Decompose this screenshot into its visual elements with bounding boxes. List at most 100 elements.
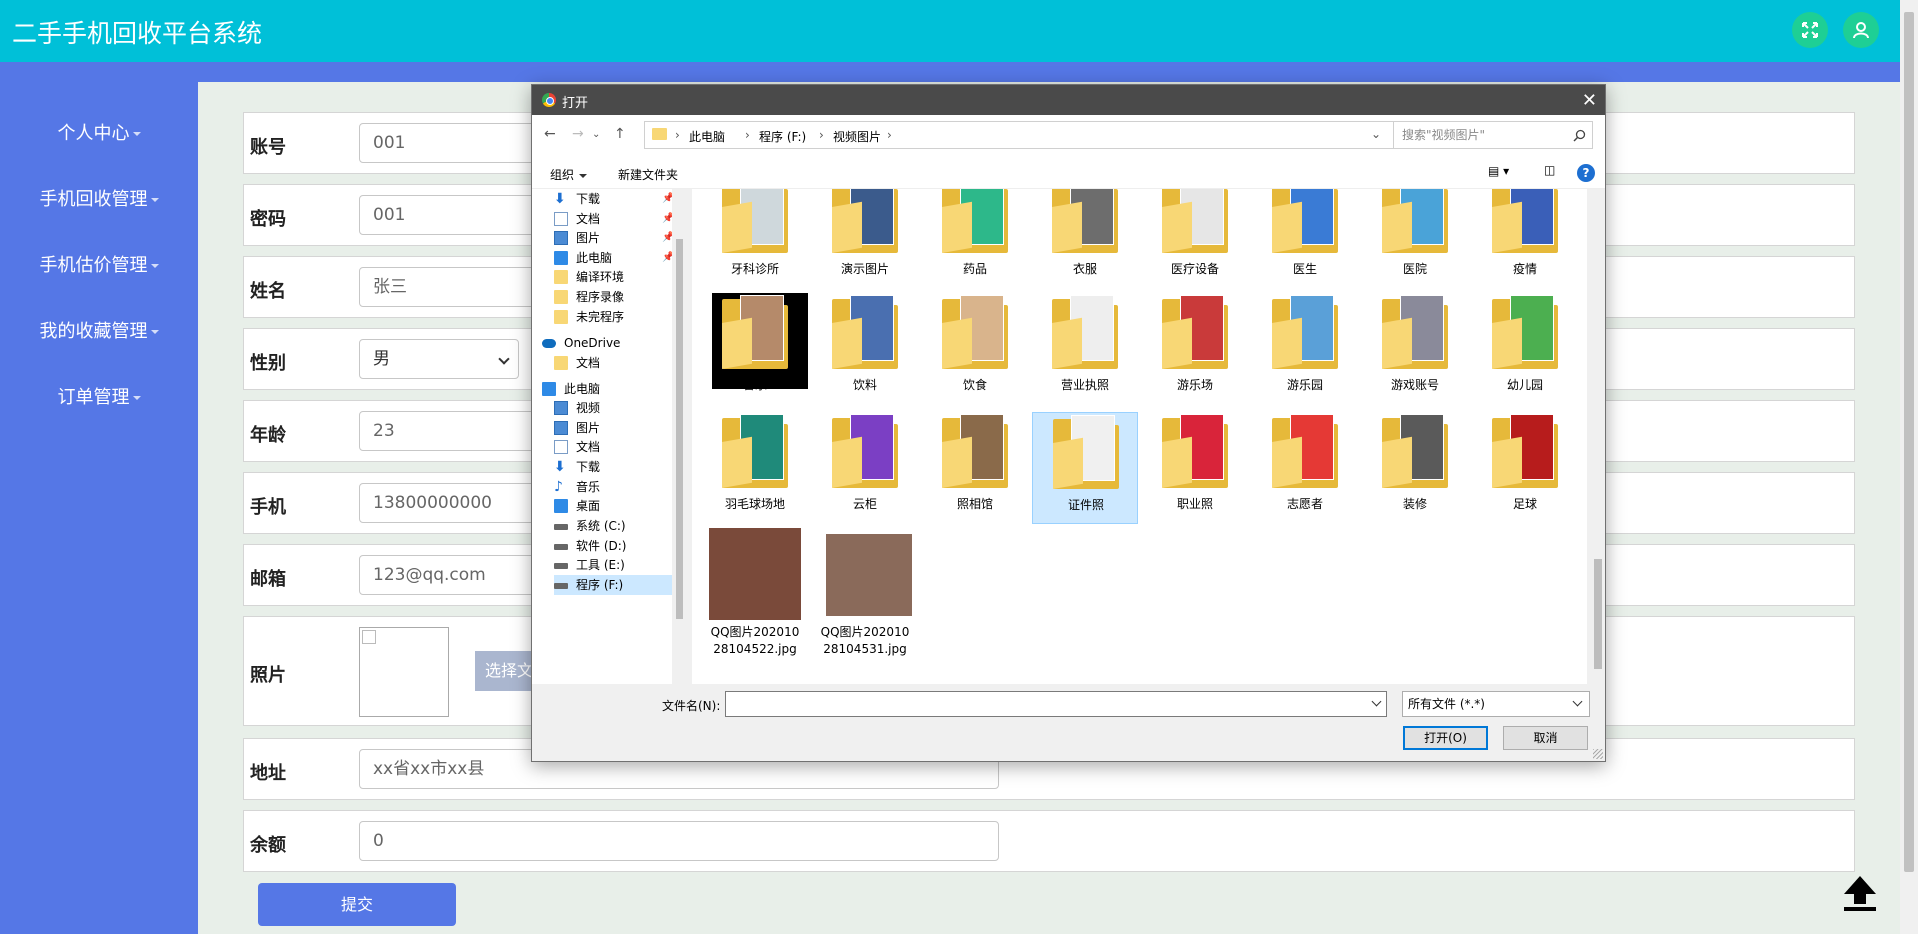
image-file-tile[interactable]: QQ图片20201028104531.jpg (812, 528, 918, 678)
page-scrollbar-thumb[interactable] (1904, 12, 1914, 872)
folder-tile[interactable]: 幼儿园 (1472, 293, 1578, 405)
folder-tile[interactable]: 音乐 (702, 293, 808, 405)
user-button[interactable] (1843, 12, 1879, 48)
resize-grip-icon[interactable] (1593, 749, 1603, 759)
sidebar-item-phone-valuation[interactable]: 手机估价管理 (0, 251, 198, 277)
nav-item[interactable]: 图片 (554, 418, 684, 438)
nav-item[interactable]: 文档 (554, 437, 684, 457)
folder-tile[interactable]: 药品 (922, 189, 1028, 289)
folder-tile[interactable]: 足球 (1472, 412, 1578, 524)
nav-item[interactable]: 编译环境 (554, 267, 684, 287)
folder-tile[interactable]: 演示图片 (812, 189, 918, 289)
folder-tile[interactable]: 照相馆 (922, 412, 1028, 524)
preview-pane-icon[interactable]: ◫ (1544, 163, 1555, 177)
folder-tile[interactable]: 志愿者 (1252, 412, 1358, 524)
folder-tile[interactable]: 游戏账号 (1362, 293, 1468, 405)
back-to-top-icon[interactable] (1840, 872, 1880, 912)
nav-item[interactable]: 程序 (F:) (554, 575, 684, 595)
folder-tile[interactable]: 饮料 (812, 293, 918, 405)
sidebar-item-orders[interactable]: 订单管理 (0, 383, 198, 409)
close-icon[interactable]: ✕ (1582, 90, 1597, 111)
nav-item-label: OneDrive (564, 336, 621, 350)
sidebar-item-personal-center[interactable]: 个人中心 (0, 119, 198, 145)
nav-pane-scrollbar-thumb[interactable] (676, 239, 683, 619)
chevron-down-icon[interactable]: ⌄ (1371, 127, 1381, 141)
up-arrow-icon[interactable]: ↑ (614, 126, 626, 142)
nav-item[interactable]: 工具 (E:) (554, 555, 684, 575)
folder-tile[interactable]: 游乐场 (1142, 293, 1248, 405)
folder-tile[interactable]: 医疗设备 (1142, 189, 1248, 289)
nav-item[interactable]: 视频 (554, 398, 684, 418)
file-type-select[interactable]: 所有文件 (*.*) (1402, 691, 1590, 717)
folder-label: 演示图片 (840, 262, 889, 276)
folder-tile[interactable]: 羽毛球场地 (702, 412, 808, 524)
nav-item[interactable]: ⬇ 下载 (554, 457, 684, 477)
cancel-button[interactable]: 取消 (1503, 726, 1588, 750)
sidebar-item-phone-recycle[interactable]: 手机回收管理 (0, 185, 198, 211)
folder-tile[interactable]: 证件照 (1032, 412, 1138, 524)
breadcrumb-item[interactable]: 视频图片 (833, 128, 881, 145)
folder-label: 职业照 (1176, 497, 1213, 511)
nav-item-label: 编译环境 (576, 270, 625, 284)
folder-tile[interactable]: 营业执照 (1032, 293, 1138, 405)
nav-item[interactable]: 软件 (D:) (554, 536, 684, 556)
page-scrollbar[interactable] (1900, 0, 1918, 934)
folder-icon (1268, 293, 1342, 373)
folder-tile[interactable]: 职业照 (1142, 412, 1248, 524)
folder-icon (828, 189, 902, 257)
caret-down-icon (132, 396, 141, 400)
chevron-down-icon[interactable] (1371, 696, 1382, 707)
folder-tile[interactable]: 疫情 (1472, 189, 1578, 289)
nav-item[interactable]: 系统 (C:) (554, 516, 684, 536)
nav-item[interactable]: 文档 (554, 353, 684, 373)
gender-select[interactable]: 男 (359, 339, 519, 379)
new-folder-button[interactable]: 新建文件夹 (618, 166, 678, 183)
folder-icon (1268, 412, 1342, 492)
field-label: 账号 (250, 137, 286, 158)
back-arrow-icon[interactable]: ← (544, 126, 556, 142)
forward-arrow-icon[interactable]: → (572, 126, 584, 142)
open-button[interactable]: 打开(O) (1403, 726, 1488, 750)
folder-tile[interactable]: 牙科诊所 (702, 189, 808, 289)
nav-item[interactable]: OneDrive (542, 333, 672, 353)
breadcrumb-item[interactable]: 程序 (F:) (759, 128, 806, 145)
folder-tile[interactable]: 饮食 (922, 293, 1028, 405)
folder-tile[interactable]: 装修 (1362, 412, 1468, 524)
nav-item-label: 软件 (D:) (576, 539, 627, 553)
filename-input[interactable] (725, 691, 1387, 717)
file-pane-scrollbar-thumb[interactable] (1594, 559, 1602, 669)
nav-item[interactable]: ♪ 音乐 (554, 477, 684, 497)
nav-item[interactable]: 桌面 (554, 496, 684, 516)
sidebar-item-favorites[interactable]: 我的收藏管理 (0, 317, 198, 343)
document-icon (554, 440, 568, 454)
nav-pane-scrollbar[interactable] (672, 189, 687, 684)
nav-item[interactable]: 此电脑 📌 (554, 248, 684, 268)
view-options-icon[interactable]: ▤ ▾ (1488, 164, 1509, 178)
chrome-icon (542, 93, 556, 107)
nav-item[interactable]: 文档 📌 (554, 209, 684, 229)
submit-button[interactable]: 提交 (258, 883, 456, 926)
fullscreen-button[interactable] (1792, 12, 1828, 48)
nav-item[interactable]: 此电脑 (542, 379, 672, 399)
drive-icon (554, 563, 568, 569)
nav-item[interactable]: ⬇ 下载 📌 (554, 189, 684, 209)
organize-menu[interactable]: 组织 (550, 166, 588, 183)
nav-item[interactable]: 未完程序 (554, 307, 684, 327)
folder-icon (1158, 412, 1232, 492)
file-pane-scrollbar[interactable] (1591, 189, 1605, 684)
folder-tile[interactable]: 医生 (1252, 189, 1358, 289)
folder-tile[interactable]: 云柜 (812, 412, 918, 524)
folder-tile[interactable]: 衣服 (1032, 189, 1138, 289)
nav-item[interactable]: 图片 📌 (554, 228, 684, 248)
balance-input[interactable]: 0 (359, 821, 999, 861)
folder-search-input[interactable]: 搜索"视频图片" (1393, 121, 1593, 149)
recent-dropdown-icon[interactable]: ⌄ (592, 129, 600, 140)
nav-item[interactable]: 程序录像 (554, 287, 684, 307)
help-icon[interactable]: ? (1577, 164, 1595, 182)
folder-tile[interactable]: 游乐园 (1252, 293, 1358, 405)
address-bar[interactable]: › 此电脑 › 程序 (F:) › 视频图片 › ⌄ ↻ (644, 121, 1424, 149)
image-file-tile[interactable]: QQ图片20201028104522.jpg (702, 528, 808, 678)
choose-file-button[interactable]: 选择文 (475, 651, 535, 691)
folder-tile[interactable]: 医院 (1362, 189, 1468, 289)
breadcrumb-item[interactable]: 此电脑 (689, 128, 725, 145)
